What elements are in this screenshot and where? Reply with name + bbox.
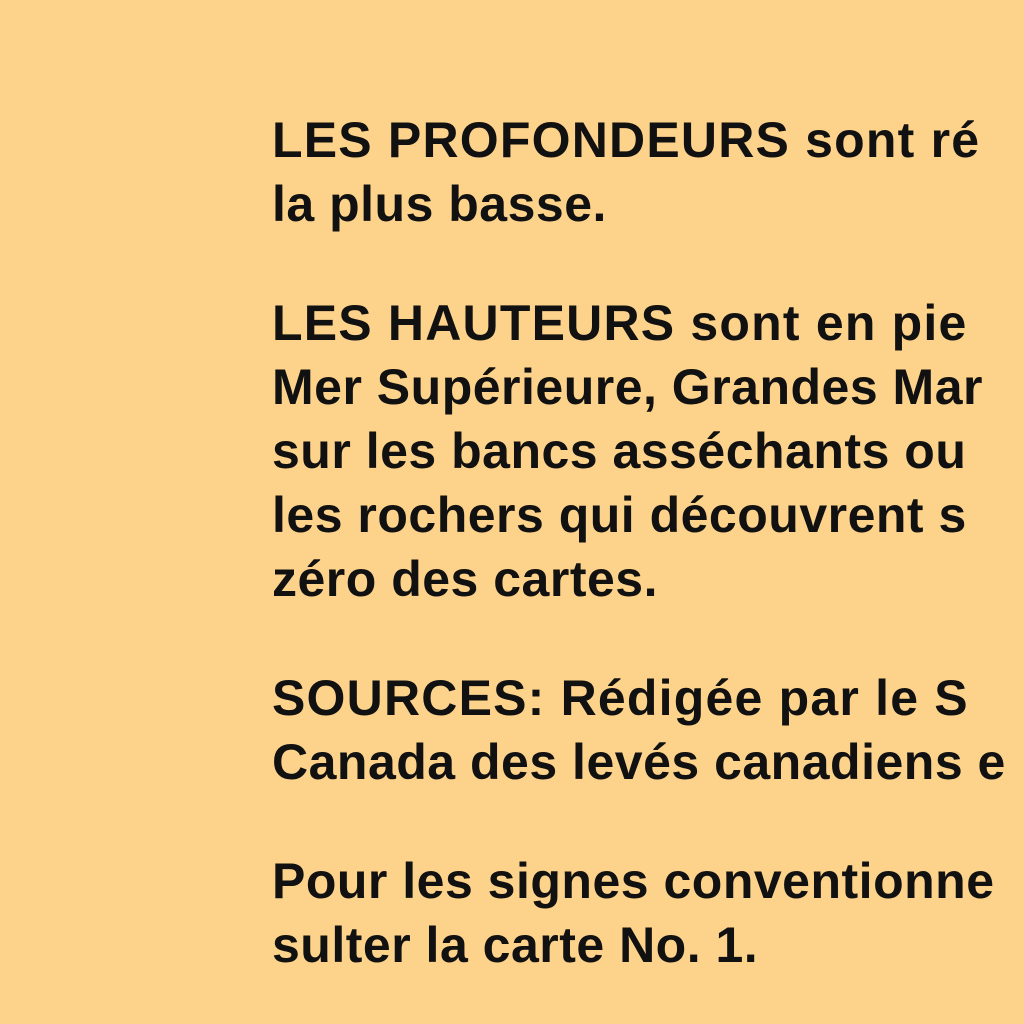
text-line: LES HAUTEURS sont en pie [272,295,968,351]
text-line: les rochers qui découvrent s [272,487,967,543]
text-line: Mer Supérieure, Grandes Mar [272,359,983,415]
text-line: Canada des levés canadiens e [272,734,1006,790]
text-line: LES PROFONDEURS sont ré [272,112,981,168]
text-line: la plus basse. [272,176,607,232]
chart-notes-page: LES PROFONDEURS sont ré la plus basse. L… [0,0,1024,1024]
text-line: sur les bancs asséchants ou [272,423,967,479]
heights-paragraph: LES HAUTEURS sont en pie Mer Supérieure,… [272,291,1024,611]
depths-paragraph: LES PROFONDEURS sont ré la plus basse. [272,108,1024,236]
symbols-paragraph: Pour les signes conventionne sulter la c… [272,849,1024,977]
text-line: Pour les signes conventionne [272,853,995,909]
text-line: sulter la carte No. 1. [272,917,759,973]
notes-column: LES PROFONDEURS sont ré la plus basse. L… [272,108,1024,1024]
text-line: zéro des cartes. [272,551,658,607]
text-line: SOURCES: Rédigée par le S [272,670,969,726]
sources-paragraph: SOURCES: Rédigée par le S Canada des lev… [272,666,1024,794]
